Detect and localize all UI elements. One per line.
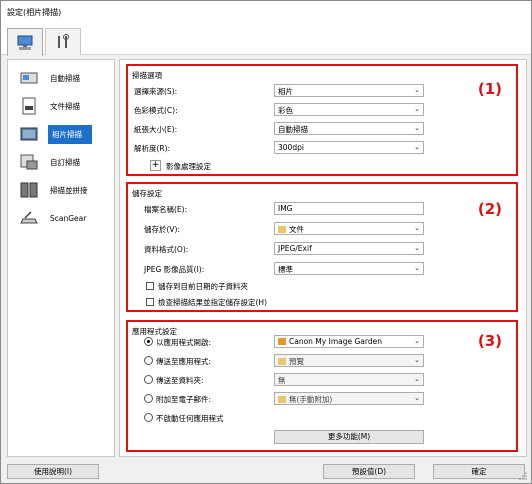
send-to-folder-radio[interactable] <box>144 375 153 384</box>
chevron-down-icon: ⌄ <box>414 337 420 345</box>
application-settings-group: 應用程式設定 (3) 以應用程式開啟: Canon My Image Garde… <box>126 320 518 452</box>
defaults-button[interactable]: 預設值(D) <box>323 464 415 479</box>
attach-to-email-dropdown[interactable]: 無(手動附加) ⌄ <box>274 392 424 405</box>
chevron-down-icon: ⌄ <box>414 264 420 272</box>
paper-size-dropdown[interactable]: 自動掃描 ⌄ <box>274 122 424 135</box>
folder-icon <box>278 226 286 233</box>
subfolder-checkbox[interactable] <box>146 282 154 290</box>
scangear-icon <box>18 208 40 228</box>
chevron-down-icon: ⌄ <box>414 375 420 383</box>
send-to-app-dropdown[interactable]: 預覽 ⌄ <box>274 354 424 367</box>
resize-grip-icon[interactable] <box>519 472 527 480</box>
group-title: 應用程式設定 <box>132 327 177 336</box>
callout-number: (2) <box>477 200 502 218</box>
file-name-label: 檔案名稱(E): <box>144 205 188 214</box>
sidebar-item-label: 自訂掃描 <box>50 157 80 167</box>
save-in-label: 儲存於(V): <box>144 225 181 234</box>
sidebar-item-custom-scan[interactable]: 自訂掃描 <box>12 150 112 174</box>
folder-icon <box>278 396 286 403</box>
data-format-label: 資料格式(O): <box>144 245 189 254</box>
open-with-app-label: 以應用程式開啟: <box>156 338 212 347</box>
attach-to-email-label: 附加至電子郵件: <box>156 395 212 404</box>
color-mode-dropdown[interactable]: 彩色 ⌄ <box>274 103 424 116</box>
chevron-down-icon: ⌄ <box>414 244 420 252</box>
save-settings-group: 儲存設定 (2) 檔案名稱(E): IMG 儲存於(V): 文件 ⌄ 資料格式(O… <box>126 182 518 312</box>
send-to-folder-dropdown[interactable]: 無 ⌄ <box>274 373 424 386</box>
tab-scan-from-computer[interactable] <box>7 28 43 56</box>
tab-general-settings[interactable] <box>45 28 81 55</box>
sidebar-item-photo-scan[interactable]: 相片掃描 <box>12 122 112 146</box>
computer-scan-icon <box>17 35 33 50</box>
sidebar-item-document-scan[interactable]: 文件掃描 <box>12 94 112 118</box>
auto-scan-icon <box>18 68 40 88</box>
custom-scan-icon <box>18 152 40 172</box>
sidebar-item-label: ScanGear <box>50 213 87 223</box>
folder-icon <box>278 358 286 365</box>
document-scan-icon <box>18 96 40 116</box>
select-source-dropdown[interactable]: 相片 ⌄ <box>274 84 424 97</box>
scan-options-group: 掃描選項 (1) 選擇來源(S): 相片 ⌄ 色彩模式(C): 彩色 ⌄ 紙張大小(… <box>126 64 518 176</box>
resolution-dropdown[interactable]: 300dpi ⌄ <box>274 141 424 154</box>
jpeg-quality-label: JPEG 影像品質(I): <box>144 265 205 274</box>
send-to-app-radio[interactable] <box>144 356 153 365</box>
sidebar-item-scangear[interactable]: ScanGear <box>12 206 112 230</box>
chevron-down-icon: ⌄ <box>414 105 420 113</box>
chevron-down-icon: ⌄ <box>414 143 420 151</box>
resolution-label: 解析度(R): <box>134 144 171 153</box>
do-not-start-app-radio[interactable] <box>144 413 153 422</box>
settings-window: 設定(相片掃描) 自動掃描 文件掃描 相片掃描 自訂掃描 掃描並拼接 ScanG… <box>0 0 532 484</box>
image-processing-label: 影像處理設定 <box>166 162 211 171</box>
send-to-folder-label: 傳送至資料夾: <box>156 376 204 385</box>
file-name-input[interactable]: IMG <box>274 202 424 215</box>
window-title: 設定(相片掃描) <box>1 1 531 23</box>
check-results-checkbox[interactable] <box>146 298 154 306</box>
sidebar-item-auto-scan[interactable]: 自動掃描 <box>12 66 112 90</box>
more-functions-button[interactable]: 更多功能(M) <box>274 430 424 444</box>
data-format-dropdown[interactable]: JPEG/Exif ⌄ <box>274 242 424 255</box>
send-to-app-label: 傳送至應用程式: <box>156 357 212 366</box>
chevron-down-icon: ⌄ <box>414 86 420 94</box>
check-results-checkbox-label: 檢查掃描結果並指定儲存設定(H) <box>158 298 267 307</box>
callout-number: (1) <box>477 80 502 98</box>
my-image-garden-icon <box>278 338 286 345</box>
sidebar-item-label: 相片掃描 <box>48 124 92 144</box>
tab-bar <box>1 23 531 56</box>
help-button[interactable]: 使用說明(I) <box>7 464 99 479</box>
settings-content: 掃描選項 (1) 選擇來源(S): 相片 ⌄ 色彩模式(C): 彩色 ⌄ 紙張大小(… <box>119 59 527 457</box>
group-title: 掃描選項 <box>132 71 162 80</box>
do-not-start-app-label: 不啟動任何應用程式 <box>156 414 224 423</box>
expand-image-processing-button[interactable]: + <box>150 160 161 171</box>
color-mode-label: 色彩模式(C): <box>134 106 178 115</box>
save-in-dropdown[interactable]: 文件 ⌄ <box>274 222 424 235</box>
stitch-scan-icon <box>18 180 40 200</box>
paper-size-label: 紙張大小(E): <box>134 125 178 134</box>
sidebar-item-label: 文件掃描 <box>50 101 80 111</box>
subfolder-checkbox-label: 儲存到目前日期的子資料夾 <box>158 282 248 291</box>
select-source-label: 選擇來源(S): <box>134 87 178 96</box>
ok-button[interactable]: 確定 <box>433 464 525 479</box>
jpeg-quality-dropdown[interactable]: 標準 ⌄ <box>274 262 424 275</box>
attach-to-email-radio[interactable] <box>144 394 153 403</box>
scan-type-sidebar: 自動掃描 文件掃描 相片掃描 自訂掃描 掃描並拼接 ScanGear <box>7 59 115 457</box>
photo-scan-icon <box>18 124 40 144</box>
chevron-down-icon: ⌄ <box>414 356 420 364</box>
group-title: 儲存設定 <box>132 189 162 198</box>
chevron-down-icon: ⌄ <box>414 124 420 132</box>
callout-number: (3) <box>477 332 502 350</box>
open-with-app-dropdown[interactable]: Canon My Image Garden ⌄ <box>274 335 424 348</box>
chevron-down-icon: ⌄ <box>414 224 420 232</box>
sidebar-item-label: 掃描並拼接 <box>50 185 88 195</box>
open-with-app-radio[interactable] <box>144 337 153 346</box>
chevron-down-icon: ⌄ <box>414 394 420 402</box>
sidebar-item-stitch-scan[interactable]: 掃描並拼接 <box>12 178 112 202</box>
tools-icon <box>58 34 69 48</box>
sidebar-item-label: 自動掃描 <box>50 73 80 83</box>
